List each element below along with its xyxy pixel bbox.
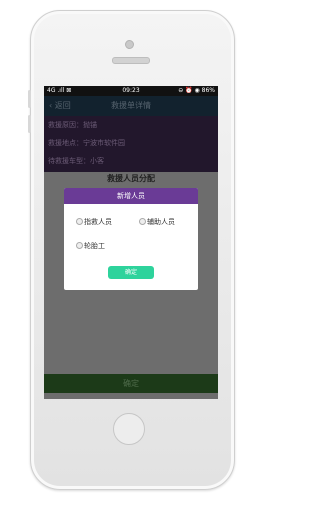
- info-vehicle-type: 待救援车型：小客: [48, 157, 104, 165]
- volume-button: [28, 90, 31, 108]
- rescue-info: 救援原因：抛锚 救援地点：宁波市软件园 待救援车型：小客: [44, 116, 218, 172]
- radio-icon[interactable]: [139, 218, 146, 225]
- bottom-confirm-button[interactable]: 确定: [44, 374, 218, 393]
- dialog-title: 新增人员: [64, 188, 198, 204]
- radio-icon[interactable]: [76, 218, 83, 225]
- add-person-dialog: 新增人员 指救人员 辅助人员 轮胎工 确定: [64, 188, 198, 290]
- dialog-confirm-button[interactable]: 确定: [108, 266, 154, 279]
- option-label: 指救人员: [84, 218, 112, 226]
- app-screen: 4G .ıll ⊠ 09:23 ⊖ ⏰ ◉ 86% ‹ 返回 救援单详情 救援原…: [44, 86, 218, 399]
- section-title: 救援人员分配: [107, 174, 155, 183]
- camera-icon: [125, 40, 134, 49]
- status-bar: 4G .ıll ⊠ 09:23 ⊖ ⏰ ◉ 86%: [44, 86, 218, 96]
- info-location: 救援地点：宁波市软件园: [48, 139, 125, 147]
- option-tire-worker[interactable]: 轮胎工: [76, 241, 105, 251]
- option-rescuer[interactable]: 指救人员: [76, 217, 112, 227]
- option-label: 辅助人员: [147, 218, 175, 226]
- option-assistant[interactable]: 辅助人员: [139, 217, 175, 227]
- speaker-grille: [112, 57, 150, 64]
- volume-button: [28, 115, 31, 133]
- battery-indicator: ⊖ ⏰ ◉ 86%: [178, 87, 215, 94]
- option-label: 轮胎工: [84, 242, 105, 250]
- radio-icon[interactable]: [76, 242, 83, 249]
- home-button[interactable]: [113, 413, 145, 445]
- nav-bar: ‹ 返回 救援单详情: [44, 96, 218, 116]
- page-title: 救援单详情: [111, 101, 151, 110]
- info-reason: 救援原因：抛锚: [48, 121, 97, 129]
